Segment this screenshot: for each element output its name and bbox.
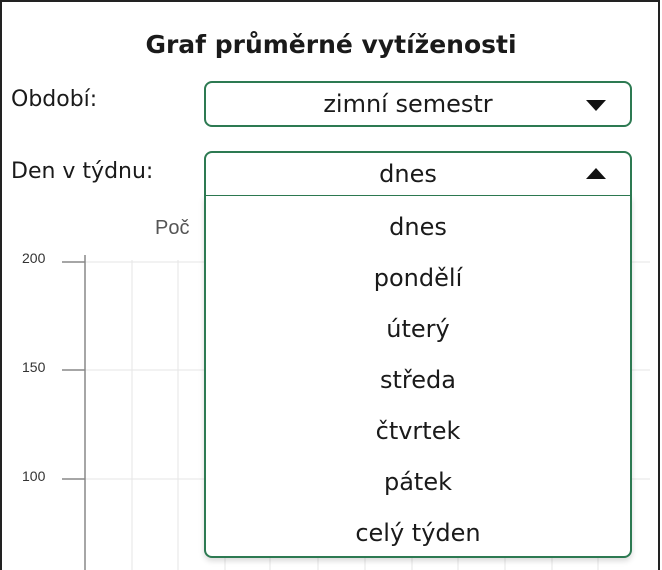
weekday-label: Den v týdnu: — [11, 159, 154, 184]
chevron-down-icon — [586, 100, 606, 111]
weekday-select-value: dnes — [379, 160, 437, 188]
dropdown-option-patek[interactable]: pátek — [206, 457, 630, 508]
dropdown-option-cely-tyden[interactable]: celý týden — [206, 508, 630, 559]
period-select[interactable]: zimní semestr — [204, 81, 632, 127]
dropdown-option-pondeli[interactable]: pondělí — [206, 253, 630, 304]
page-title: Graf průměrné vytíženosti — [145, 30, 517, 59]
chevron-up-icon — [586, 168, 606, 179]
y-tick-label: 200 — [22, 250, 46, 266]
dropdown-option-streda[interactable]: středa — [206, 355, 630, 406]
y-tick-label: 150 — [22, 359, 46, 375]
chart-y-ticks — [62, 261, 85, 480]
weekday-select[interactable]: dnes — [204, 151, 632, 197]
weekday-dropdown-list: dnes pondělí úterý středa čtvrtek pátek … — [204, 196, 632, 558]
period-label: Období: — [11, 87, 98, 112]
dropdown-option-utery[interactable]: úterý — [206, 304, 630, 355]
dropdown-option-dnes[interactable]: dnes — [206, 202, 630, 253]
dropdown-option-ctvrtek[interactable]: čtvrtek — [206, 406, 630, 457]
y-tick-label: 100 — [22, 468, 46, 484]
period-select-value: zimní semestr — [323, 90, 493, 118]
